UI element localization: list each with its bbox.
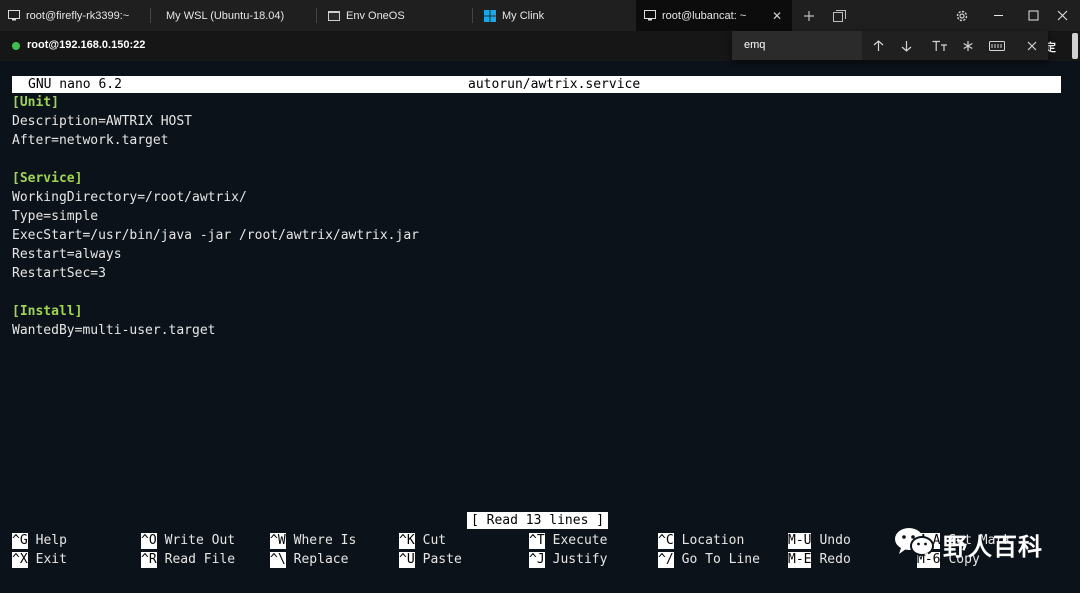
close-window-icon[interactable]: [1044, 0, 1080, 31]
shortcut-exit[interactable]: ^X Exit: [12, 550, 67, 569]
editor-line: WantedBy=multi-user.target: [12, 323, 216, 338]
shortcut-go-to-line[interactable]: ^/ Go To Line: [658, 550, 760, 569]
shortcut-label: Go To Line: [681, 552, 760, 567]
shortcut-label: Redo: [819, 552, 851, 567]
shortcut-justify[interactable]: ^J Justify: [529, 550, 607, 569]
shortcut-key: ^O: [141, 533, 157, 549]
terminal-icon: [8, 10, 20, 22]
find-next-arrow-down-icon[interactable]: [892, 31, 920, 60]
shortcut-where-is[interactable]: ^W Where Is: [270, 531, 356, 550]
nano-filename: autorun/awtrix.service: [468, 77, 641, 92]
whole-word-icon[interactable]: [983, 31, 1011, 60]
scrollbar[interactable]: [1072, 33, 1078, 59]
shortcut-key: ^\: [270, 552, 286, 568]
watermark-text: 野人百科: [943, 532, 1043, 561]
shortcut-execute[interactable]: ^T Execute: [529, 531, 607, 550]
shortcut-key: ^G: [12, 533, 28, 549]
tab-overview-icon[interactable]: [828, 0, 850, 31]
editor-line: RestartSec=3: [12, 266, 106, 281]
shortcut-redo[interactable]: M-E Redo: [788, 550, 851, 569]
tab-clink[interactable]: My Clink: [476, 0, 632, 31]
shortcut-label: Cut: [422, 533, 447, 548]
section-header-line: [Unit]: [12, 95, 59, 110]
shortcut-key: ^U: [399, 552, 415, 568]
shortcut-key: ^T: [529, 533, 545, 549]
find-previous-arrow-up-icon[interactable]: [864, 31, 892, 60]
shortcut-cut[interactable]: ^K Cut: [399, 531, 446, 550]
session-title: root@192.168.0.150:22: [27, 39, 146, 51]
editor-line: Description=AWTRIX HOST: [12, 114, 193, 129]
close-tab-icon[interactable]: ✕: [772, 9, 782, 23]
settings-gear-icon[interactable]: [944, 0, 980, 31]
shortcut-label: Paste: [422, 552, 462, 567]
watermark: 野人百科: [893, 524, 1043, 564]
shortcut-key: ^X: [12, 552, 28, 568]
shortcut-paste[interactable]: ^U Paste: [399, 550, 462, 569]
shortcut-key: ^W: [270, 533, 286, 549]
editor-content[interactable]: [Unit] Description=AWTRIX HOST After=netwo…: [12, 93, 419, 340]
shortcut-key: ^C: [658, 533, 674, 549]
match-case-icon[interactable]: [926, 31, 954, 60]
shortcut-key: ^K: [399, 533, 415, 549]
shortcut-key: M-U: [788, 533, 812, 549]
tab-env-oneos[interactable]: Env OneOS: [320, 0, 470, 31]
terminal-icon: [644, 10, 656, 22]
nano-version: GNU nano 6.2: [28, 77, 122, 92]
tab-label: root@firefly-rk3399:~: [26, 9, 130, 22]
tab-label: Env OneOS: [346, 9, 405, 22]
shortcut-label: Justify: [552, 552, 608, 567]
tab-lubancat[interactable]: root@lubancat: ~ ✕: [636, 0, 792, 31]
shortcut-help[interactable]: ^G Help: [12, 531, 67, 550]
shortcut-undo[interactable]: M-U Undo: [788, 531, 851, 550]
shortcut-key: ^J: [529, 552, 545, 568]
shortcut-label: Execute: [552, 533, 608, 548]
editor-line: WorkingDirectory=/root/awtrix/: [12, 190, 247, 205]
minimize-icon[interactable]: [980, 0, 1016, 31]
tab-wsl[interactable]: My WSL (Ubuntu-18.04): [158, 0, 308, 31]
shortcut-location[interactable]: ^C Location: [658, 531, 744, 550]
windows-icon: [484, 9, 496, 22]
shortcut-key: M-E: [788, 552, 812, 568]
tab-separator: [316, 8, 317, 23]
shortcut-replace[interactable]: ^\ Replace: [270, 550, 348, 569]
tab-label: My Clink: [502, 9, 545, 22]
shortcut-key: ^/: [658, 552, 674, 568]
tab-separator: [150, 8, 151, 23]
shortcut-label: Write Out: [164, 533, 236, 548]
close-find-icon[interactable]: [1018, 31, 1046, 60]
shortcut-label: Read File: [164, 552, 236, 567]
cmd-icon: [328, 10, 340, 22]
shortcut-label: Replace: [293, 552, 349, 567]
new-tab-icon[interactable]: [798, 0, 820, 31]
regex-asterisk-icon[interactable]: [954, 31, 982, 60]
shortcut-write-out[interactable]: ^O Write Out: [141, 531, 235, 550]
nano-title-bar: GNU nano 6.2 autorun/awtrix.service: [12, 76, 1061, 93]
nano-status-message: [ Read 13 lines ]: [467, 512, 609, 529]
shortcut-label: Exit: [35, 552, 67, 567]
wechat-logo-icon: [893, 525, 935, 563]
shortcut-label: Where Is: [293, 533, 357, 548]
editor-line: After=network.target: [12, 133, 169, 148]
tab-bar: root@firefly-rk3399:~ My WSL (Ubuntu-18.…: [0, 0, 1080, 31]
find-input[interactable]: emq: [732, 31, 862, 60]
shortcut-label: Help: [35, 533, 67, 548]
tab-label: My WSL (Ubuntu-18.04): [166, 9, 285, 22]
tab-firefly[interactable]: root@firefly-rk3399:~: [0, 0, 150, 31]
connection-status-icon: [12, 42, 20, 50]
section-header-line: [Install]: [12, 304, 83, 319]
shortcut-read-file[interactable]: ^R Read File: [141, 550, 235, 569]
shortcut-key: ^R: [141, 552, 157, 568]
tab-separator: [472, 8, 473, 23]
find-bar: emq: [732, 31, 1048, 60]
editor-line: Restart=always: [12, 247, 122, 262]
shortcut-label: Undo: [819, 533, 851, 548]
shortcut-label: Location: [681, 533, 745, 548]
editor-line: ExecStart=/usr/bin/java -jar /root/awtri…: [12, 228, 419, 243]
tab-label: root@lubancat: ~: [662, 9, 747, 22]
section-header-line: [Service]: [12, 171, 83, 186]
editor-line: Type=simple: [12, 209, 99, 224]
